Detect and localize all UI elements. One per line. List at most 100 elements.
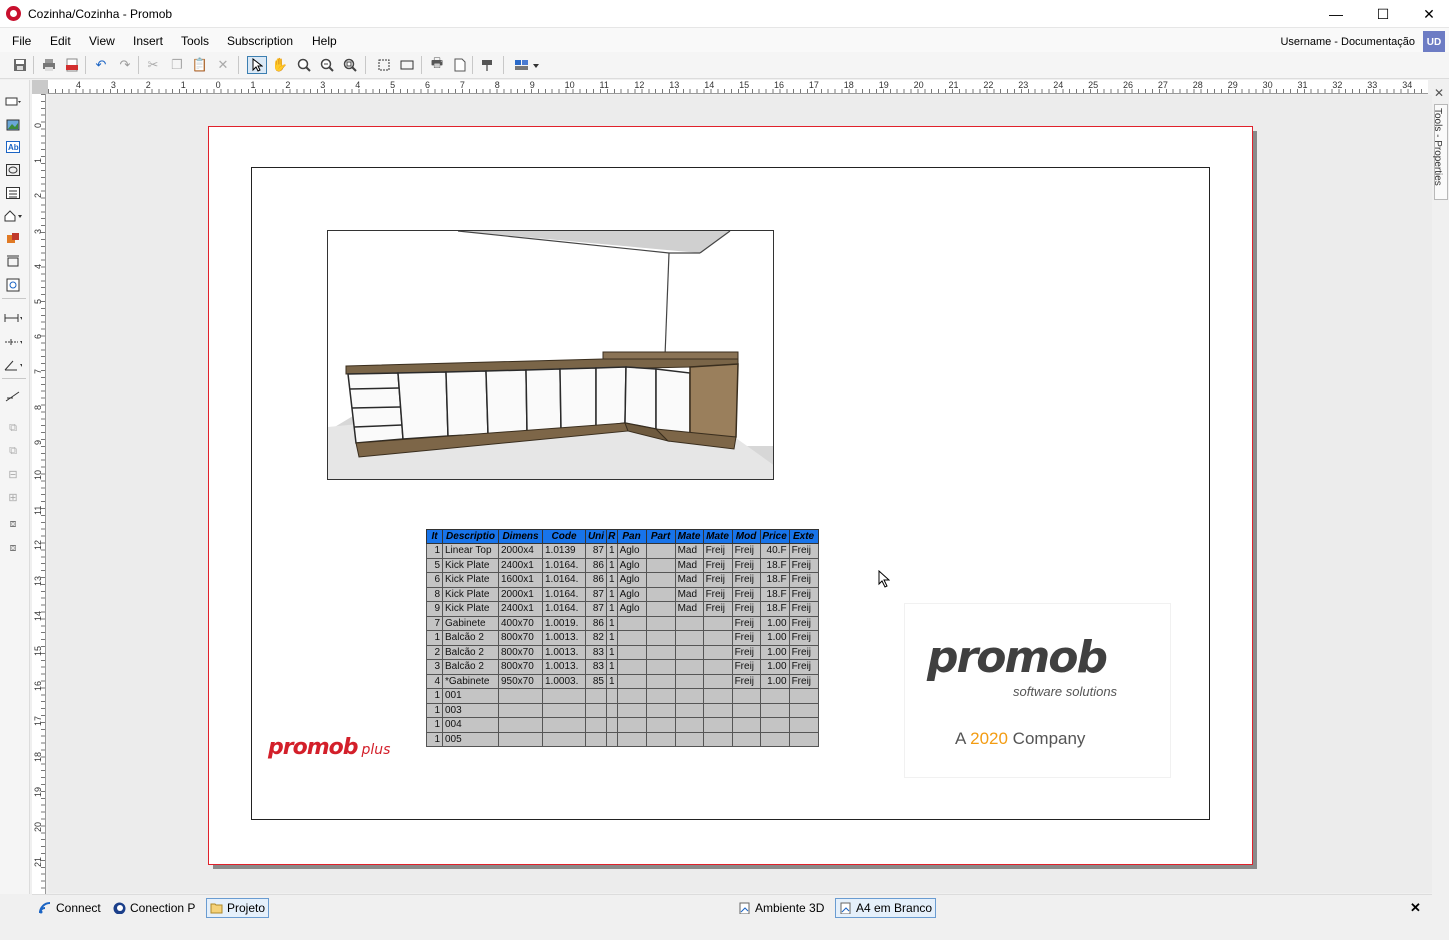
cut-icon[interactable]: ✂ xyxy=(143,56,163,74)
print-icon[interactable] xyxy=(39,56,59,74)
side-panel-close-icon[interactable]: ✕ xyxy=(1434,86,1444,100)
table-cell xyxy=(702,688,733,704)
menu-tools[interactable]: Tools xyxy=(181,34,209,48)
tab-a4-em-branco[interactable]: A4 em Branco xyxy=(835,898,937,918)
kitchen-3d-render-viewport[interactable] xyxy=(327,230,774,480)
distribute-icon[interactable]: ⊞ xyxy=(4,489,22,505)
table-row[interactable]: 5 Kick Plate 2400x1 1.0164. 86 1 Aglo Mad Freij F… xyxy=(426,557,819,573)
table-row[interactable]: 9 Kick Plate 2400x1 1.0164. 87 1 Aglo Mad Freij F… xyxy=(426,601,819,617)
table-row[interactable]: 7 Gabinete 400x70 1.0019. 86 1 Freij 1.00 Freij xyxy=(426,615,819,631)
minimize-button[interactable]: — xyxy=(1313,0,1359,28)
materials-table[interactable]: It Descriptio Dimens Code Uni R Pan Part Mate Mat… xyxy=(426,529,819,747)
menu-subscription[interactable]: Subscription xyxy=(227,34,293,48)
select-pointer-icon[interactable] xyxy=(247,56,267,74)
table-cell xyxy=(645,630,676,646)
table-row[interactable]: 1 005 xyxy=(426,731,819,747)
elevation-tool-icon[interactable] xyxy=(4,208,22,224)
rectangle-tool-icon[interactable] xyxy=(4,94,22,110)
table-row[interactable]: 8 Kick Plate 2000x1 1.0164. 87 1 Aglo Mad Freij F… xyxy=(426,586,819,602)
layout-colors-dropdown-icon[interactable] xyxy=(513,56,541,74)
table-cell: Aglo xyxy=(616,543,647,559)
page-setup-icon[interactable]: 🖶 xyxy=(427,55,447,74)
bring-forward-icon[interactable]: ⧈ xyxy=(4,516,22,532)
undo-icon[interactable]: ↶ xyxy=(91,56,111,74)
table-cell: 1.00 xyxy=(759,659,790,675)
ruler-h-tick-label: 5 xyxy=(390,80,396,90)
tab-conection-p[interactable]: Conection P xyxy=(110,898,198,918)
table-row[interactable]: 1 004 xyxy=(426,717,819,733)
table-cell: 1.0013. xyxy=(542,644,586,660)
view-zoom-tool-icon[interactable] xyxy=(4,277,22,293)
menu-file[interactable]: File xyxy=(12,34,31,48)
close-tab-icon[interactable]: ✕ xyxy=(1410,900,1421,916)
chain-dimension-tool-icon[interactable] xyxy=(4,334,22,350)
maximize-button[interactable]: ☐ xyxy=(1360,0,1406,28)
send-backward-icon[interactable]: ⧈ xyxy=(4,540,22,556)
align-left-icon[interactable]: ⧉ xyxy=(4,420,22,436)
dimension-frame-tool-icon[interactable] xyxy=(4,254,22,270)
align-center-icon[interactable]: ⊟ xyxy=(4,466,22,482)
text-tool-icon[interactable]: Ab xyxy=(4,139,22,155)
username-label[interactable]: Username - Documentação xyxy=(1280,36,1415,48)
table-row[interactable]: 2 Balcão 2 800x70 1.0013. 83 1 Freij 1.00 Freij xyxy=(426,644,819,660)
table-row[interactable]: 4 *Gabinete 950x70 1.0003. 85 1 Freij 1.00 Freij xyxy=(426,673,819,689)
table-row[interactable]: 3 Balcão 2 800x70 1.0013. 83 1 Freij 1.00 Freij xyxy=(426,659,819,675)
angular-dimension-tool-icon[interactable] xyxy=(4,357,22,373)
title-bar: Cozinha/Cozinha - Promob — ☐ ✕ xyxy=(0,0,1449,28)
pan-hand-icon[interactable]: ✋ xyxy=(270,56,290,74)
fit-page-icon[interactable] xyxy=(374,56,394,74)
table-row[interactable]: 1 001 xyxy=(426,688,819,704)
format-painter-icon[interactable] xyxy=(478,56,498,74)
menu-help[interactable]: Help xyxy=(312,34,337,48)
table-cell: Freij xyxy=(788,644,819,660)
menu-insert[interactable]: Insert xyxy=(133,34,163,48)
promob-logo-word: promob xyxy=(927,632,1108,683)
delete-icon[interactable]: ✕ xyxy=(213,56,233,74)
list-table-tool-icon[interactable] xyxy=(4,185,22,201)
paste-icon[interactable]: 📋 xyxy=(190,56,210,74)
tab-ambiente-3d[interactable]: Ambiente 3D xyxy=(735,898,827,918)
table-cell: 1.0013. xyxy=(542,659,586,675)
ruler-h-tick-label: 9 xyxy=(529,80,535,90)
table-cell xyxy=(616,644,647,660)
table-cell xyxy=(731,731,761,747)
3d-object-tool-icon[interactable] xyxy=(4,231,22,247)
new-page-icon[interactable] xyxy=(450,56,470,74)
tab-projeto[interactable]: Projeto xyxy=(206,898,270,918)
ruler-v-tick-label: 7 xyxy=(33,369,43,375)
table-cell: Balcão 2 xyxy=(442,644,499,660)
table-row[interactable]: 1 003 xyxy=(426,702,819,718)
table-cell: 1 xyxy=(606,572,618,588)
ruler-v-tick-label: 0 xyxy=(33,122,43,128)
zoom-extents-icon[interactable] xyxy=(340,56,360,74)
pdf-export-icon[interactable] xyxy=(62,56,82,74)
zoom-window-icon[interactable] xyxy=(294,56,314,74)
table-cell xyxy=(788,717,819,733)
zoom-out-icon[interactable] xyxy=(317,56,337,74)
tab-connect[interactable]: Connect xyxy=(36,898,104,918)
save-icon[interactable] xyxy=(10,56,30,74)
window-title: Cozinha/Cozinha - Promob xyxy=(28,7,173,21)
tab-conection-p-label: Conection P xyxy=(130,901,196,915)
table-row[interactable]: 1 Linear Top 2000x4 1.0139 87 1 Aglo Mad Freij Fr… xyxy=(426,543,819,559)
table-cell: 83 xyxy=(585,644,607,660)
promob-2020-logo-image[interactable]: promob software solutions A 2020 Company xyxy=(904,603,1171,778)
redo-icon[interactable]: ↷ xyxy=(115,56,135,74)
image-tool-icon[interactable] xyxy=(4,117,22,133)
table-row[interactable]: 6 Kick Plate 1600x1 1.0164. 86 1 Aglo Mad Freij F… xyxy=(426,572,819,588)
linear-dimension-tool-icon[interactable] xyxy=(4,310,22,326)
table-cell xyxy=(645,702,676,718)
table-cell xyxy=(788,731,819,747)
menu-view[interactable]: View xyxy=(89,34,115,48)
render-view-tool-icon[interactable] xyxy=(4,162,22,178)
table-cell xyxy=(702,630,733,646)
menu-edit[interactable]: Edit xyxy=(50,34,71,48)
copy-icon[interactable]: ❐ xyxy=(167,56,187,74)
table-cell: 87 xyxy=(585,543,607,559)
align-right-icon[interactable]: ⧉ xyxy=(4,443,22,459)
user-avatar[interactable]: UD xyxy=(1423,31,1445,53)
leader-line-tool-icon[interactable] xyxy=(4,388,22,404)
fit-width-icon[interactable] xyxy=(397,56,417,74)
close-button[interactable]: ✕ xyxy=(1406,0,1449,28)
table-row[interactable]: 1 Balcão 2 800x70 1.0013. 82 1 Freij 1.00 Freij xyxy=(426,630,819,646)
